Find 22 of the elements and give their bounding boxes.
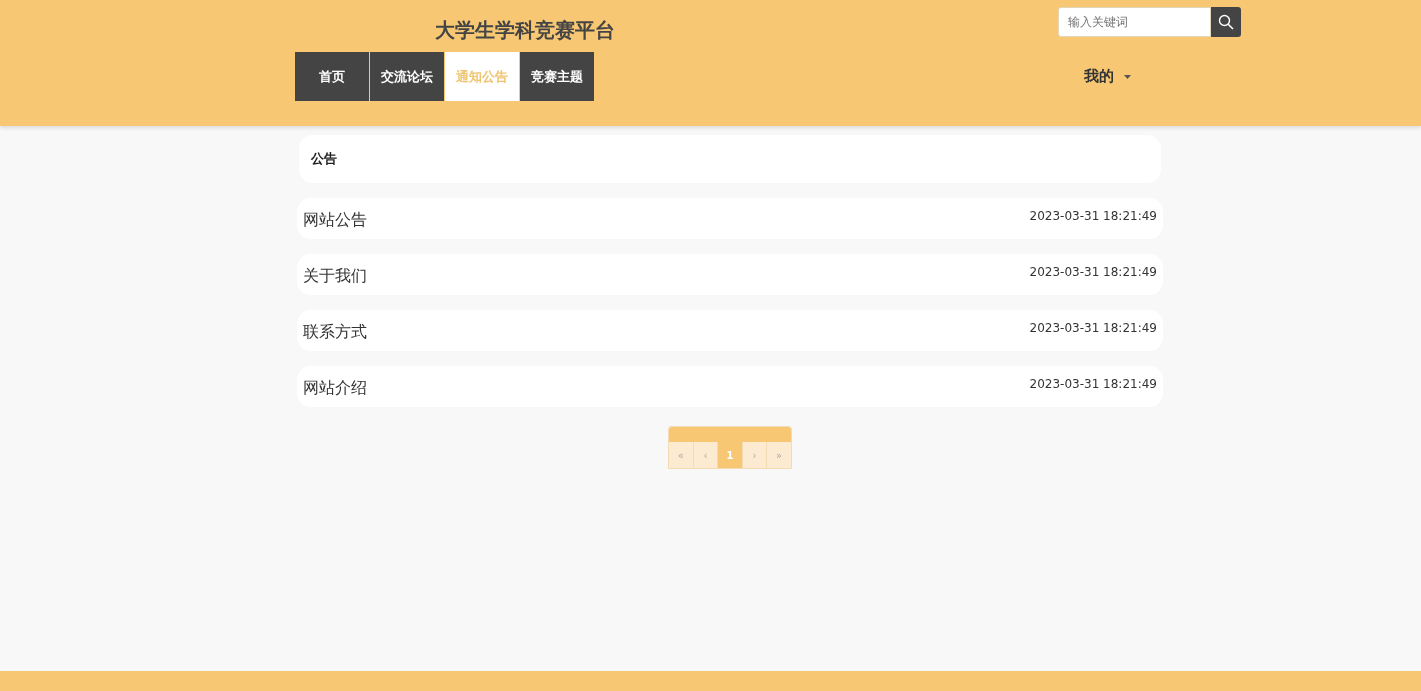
notice-title: 联系方式 <box>303 320 367 343</box>
notice-time: 2023-03-31 18:21:49 <box>1029 320 1157 337</box>
notice-title: 网站介绍 <box>303 376 367 399</box>
search-icon <box>1218 14 1234 30</box>
notice-time: 2023-03-31 18:21:49 <box>1029 376 1157 393</box>
notice-row[interactable]: 关于我们 2023-03-31 18:21:49 <box>297 254 1163 295</box>
notice-title: 关于我们 <box>303 264 367 287</box>
notice-time: 2023-03-31 18:21:49 <box>1029 208 1157 225</box>
search-button[interactable] <box>1211 7 1241 37</box>
nav-tab[interactable]: 竞赛主题 <box>520 52 594 101</box>
user-menu[interactable]: 我的 <box>1078 64 1137 89</box>
notice-row[interactable]: 网站介绍 2023-03-31 18:21:49 <box>297 366 1163 407</box>
notice-row[interactable]: 联系方式 2023-03-31 18:21:49 <box>297 310 1163 351</box>
nav-tab[interactable]: 交流论坛 <box>370 52 444 101</box>
section-title: 公告 <box>299 135 1161 183</box>
search-field[interactable]: 输入关键词 <box>1058 7 1211 37</box>
notice-row[interactable]: 网站公告 2023-03-31 18:21:49 <box>297 198 1163 239</box>
notice-time: 2023-03-31 18:21:49 <box>1029 264 1157 281</box>
site-title: 大学生学科竞赛平台 <box>435 17 615 44</box>
caret-icon <box>1124 74 1131 79</box>
nav-tab[interactable]: 首页 <box>295 52 369 101</box>
notice-title: 网站公告 <box>303 208 367 231</box>
